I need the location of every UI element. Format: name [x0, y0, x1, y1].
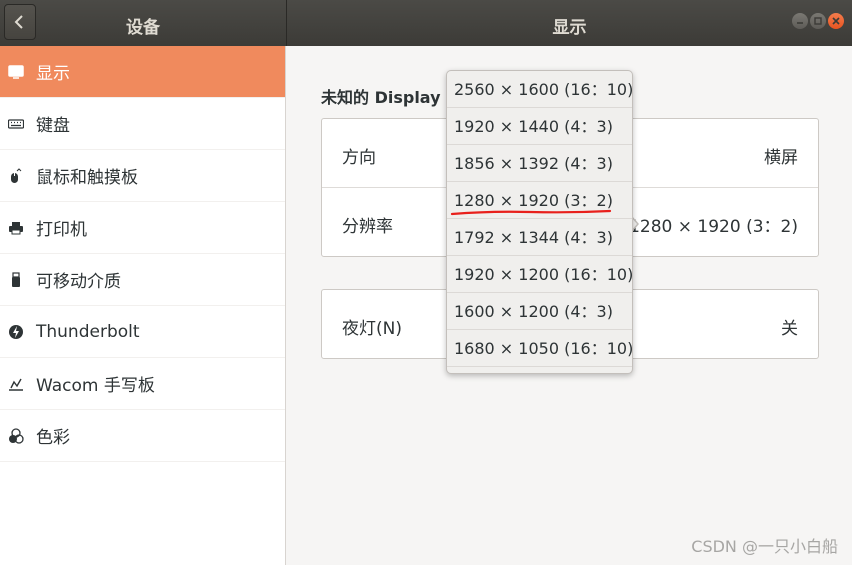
- sidebar-item-thunderbolt[interactable]: Thunderbolt: [0, 306, 285, 358]
- sidebar-item-removable-media[interactable]: 可移动介质: [0, 254, 285, 306]
- minimize-button[interactable]: [792, 13, 808, 29]
- color-icon: [8, 427, 24, 444]
- resolution-option[interactable]: 1920 × 1440 (4：3): [447, 108, 632, 145]
- resolution-option[interactable]: 1792 × 1344 (4：3): [447, 219, 632, 256]
- mouse-icon: [8, 167, 24, 184]
- display-name: 未知的 Display: [321, 88, 441, 107]
- usb-icon: [8, 271, 24, 288]
- orientation-label: 方向: [342, 148, 376, 168]
- minimize-icon: [797, 22, 803, 24]
- sidebar-item-mouse[interactable]: 鼠标和触摸板: [0, 150, 285, 202]
- red-underline-annotation: [450, 209, 612, 216]
- close-icon: [832, 17, 840, 25]
- sidebar-item-color[interactable]: 色彩: [0, 410, 285, 462]
- window-controls: [790, 13, 844, 31]
- orientation-value: 横屏: [764, 148, 798, 168]
- panel-title-devices: 设备: [126, 18, 160, 38]
- close-button[interactable]: [828, 13, 844, 29]
- resolution-option[interactable]: 1856 × 1392 (4：3): [447, 145, 632, 182]
- printer-icon: [8, 220, 24, 236]
- resolution-option[interactable]: 1680 × 1050 (16：10): [447, 330, 632, 367]
- maximize-icon: [814, 17, 822, 25]
- sidebar-item-wacom[interactable]: Wacom 手写板: [0, 358, 285, 410]
- resolution-value: 1280 × 1920 (3：2): [629, 217, 798, 237]
- sidebar-item-label: 显示: [36, 64, 70, 84]
- tablet-icon: [8, 376, 24, 392]
- sidebar-item-label: Wacom 手写板: [36, 376, 155, 396]
- resolution-option[interactable]: 2560 × 1600 (16：10): [447, 71, 632, 108]
- watermark: CSDN @一只小白船: [691, 537, 838, 556]
- sidebar-item-keyboard[interactable]: 键盘: [0, 98, 285, 150]
- header-bar: 设备 显示: [0, 0, 852, 46]
- sidebar-item-label: 鼠标和触摸板: [36, 168, 138, 188]
- sidebar-item-label: Thunderbolt: [36, 321, 140, 342]
- sidebar-item-label: 键盘: [36, 116, 70, 136]
- resolution-option[interactable]: 1600 × 1200 (4：3): [447, 293, 632, 330]
- resolution-option[interactable]: 1920 × 1200 (16：10): [447, 256, 632, 293]
- resolution-dropdown: 2560 × 1600 (16：10) 1920 × 1440 (4：3) 18…: [446, 70, 633, 374]
- sidebar: 显示 键盘 鼠标和触摸板 打印机 可移动介质 Thunderbolt Wacom…: [0, 46, 286, 565]
- night-light-label: 夜灯(N): [342, 319, 402, 339]
- night-light-value: 关: [781, 319, 798, 339]
- sidebar-item-printers[interactable]: 打印机: [0, 202, 285, 254]
- page-title: 显示: [552, 18, 587, 38]
- sidebar-item-display[interactable]: 显示: [0, 46, 285, 98]
- keyboard-icon: [7, 116, 25, 132]
- thunderbolt-icon: [8, 324, 24, 340]
- maximize-button[interactable]: [810, 13, 826, 29]
- display-icon: [8, 64, 24, 80]
- resolution-label: 分辨率: [342, 217, 393, 237]
- sidebar-item-label: 打印机: [36, 220, 87, 240]
- sidebar-item-label: 可移动介质: [36, 272, 121, 292]
- sidebar-item-label: 色彩: [36, 428, 70, 448]
